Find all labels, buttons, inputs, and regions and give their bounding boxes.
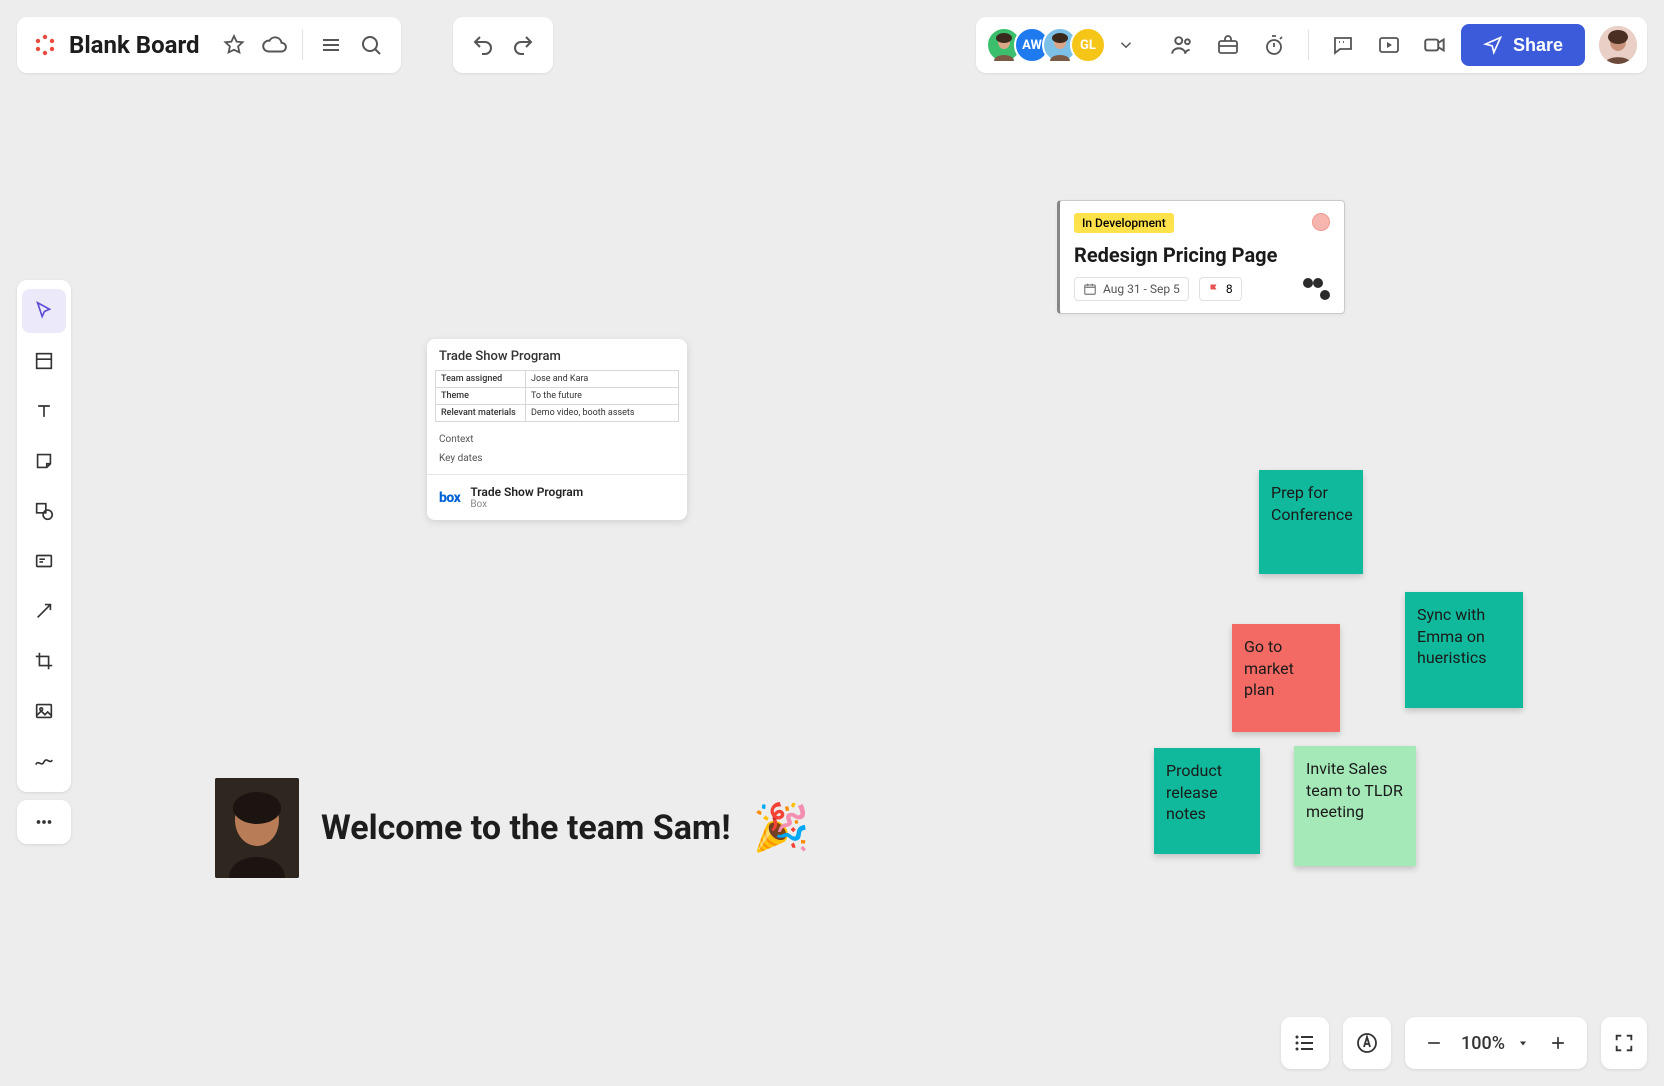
people-icon[interactable] xyxy=(1162,25,1202,65)
undo-redo-group xyxy=(453,17,553,73)
box-card-table: Team assignedJose and Kara ThemeTo the f… xyxy=(435,370,679,422)
annotation-icon xyxy=(1355,1031,1379,1055)
arrow-tool[interactable] xyxy=(22,589,66,633)
hamburger-menu-icon[interactable] xyxy=(311,25,351,65)
bottom-right-controls: 100% xyxy=(1281,1017,1647,1069)
fullscreen-icon xyxy=(1613,1032,1635,1054)
share-label: Share xyxy=(1513,35,1563,56)
sticky-tool[interactable] xyxy=(22,439,66,483)
text-tool[interactable] xyxy=(22,389,66,433)
sticky-note[interactable]: Invite Sales team to TLDR meeting xyxy=(1294,746,1416,866)
star-icon[interactable] xyxy=(214,25,254,65)
crop-tool[interactable] xyxy=(22,639,66,683)
frame-tool[interactable] xyxy=(22,339,66,383)
fullscreen-button[interactable] xyxy=(1601,1017,1647,1069)
search-icon[interactable] xyxy=(351,25,391,65)
zoom-dropdown-icon[interactable] xyxy=(1515,1026,1531,1060)
share-button[interactable]: Share xyxy=(1461,24,1585,66)
card-tool[interactable] xyxy=(22,539,66,583)
embedded-box-file-card[interactable]: Trade Show Program Team assignedJose and… xyxy=(427,339,687,520)
separator xyxy=(302,30,303,60)
toolbox-icon[interactable] xyxy=(1208,25,1248,65)
draw-tool[interactable] xyxy=(22,739,66,783)
task-card[interactable]: In Development Redesign Pricing Page Aug… xyxy=(1057,200,1345,314)
sticky-note[interactable]: Go to market plan xyxy=(1232,624,1340,732)
box-card-footer: box Trade Show Program Box xyxy=(427,474,687,520)
box-card-section-context: Context xyxy=(427,430,687,449)
toolbox-more-button[interactable] xyxy=(17,800,71,844)
me-avatar[interactable] xyxy=(1599,26,1637,64)
task-card-group-icon xyxy=(1303,278,1330,300)
status-pill: In Development xyxy=(1074,213,1174,233)
box-card-title: Trade Show Program xyxy=(427,339,687,370)
task-card-title: Redesign Pricing Page xyxy=(1074,243,1330,267)
presence-avatars[interactable]: AWGL xyxy=(986,27,1106,63)
welcome-photo xyxy=(215,778,299,878)
board-title[interactable]: Blank Board xyxy=(69,31,200,59)
zoom-controls: 100% xyxy=(1405,1017,1587,1069)
redo-icon[interactable] xyxy=(503,25,543,65)
flag-chip: 8 xyxy=(1199,277,1242,301)
calendar-icon xyxy=(1083,282,1097,296)
flag-icon xyxy=(1208,283,1220,295)
welcome-block[interactable]: Welcome to the team Sam! 🎉 xyxy=(215,778,810,878)
assignee-avatar xyxy=(1312,213,1330,231)
zoom-level[interactable]: 100% xyxy=(1461,1033,1505,1054)
cloud-sync-icon[interactable] xyxy=(254,25,294,65)
topbar-right: AWGL Share xyxy=(976,17,1647,73)
canvas[interactable]: Trade Show Program Team assignedJose and… xyxy=(0,0,1664,1086)
list-icon xyxy=(1293,1031,1317,1055)
welcome-text: Welcome to the team Sam! xyxy=(321,808,731,848)
zoom-in-button[interactable] xyxy=(1541,1026,1575,1060)
outline-button[interactable] xyxy=(1281,1017,1329,1069)
video-icon[interactable] xyxy=(1415,25,1455,65)
annotation-button[interactable] xyxy=(1343,1017,1391,1069)
date-text: Aug 31 - Sep 5 xyxy=(1103,282,1180,296)
flag-count: 8 xyxy=(1226,282,1233,296)
separator xyxy=(1308,30,1309,60)
box-card-footer-title: Trade Show Program xyxy=(470,485,583,499)
toolbox xyxy=(17,280,71,792)
app-logo-icon[interactable] xyxy=(31,31,59,59)
stopwatch-icon[interactable] xyxy=(1254,25,1294,65)
select-tool[interactable] xyxy=(22,289,66,333)
presence-avatar[interactable]: GL xyxy=(1070,27,1106,63)
image-tool[interactable] xyxy=(22,689,66,733)
box-logo-icon: box xyxy=(439,490,460,506)
present-icon[interactable] xyxy=(1369,25,1409,65)
shape-tool[interactable] xyxy=(22,489,66,533)
zoom-out-button[interactable] xyxy=(1417,1026,1451,1060)
presence-dropdown-icon[interactable] xyxy=(1112,25,1140,65)
sticky-note[interactable]: Product release notes xyxy=(1154,748,1260,854)
paper-plane-icon xyxy=(1483,35,1503,55)
date-chip: Aug 31 - Sep 5 xyxy=(1074,277,1189,301)
topbar-left: Blank Board xyxy=(17,17,401,73)
sticky-note[interactable]: Prep for Conference xyxy=(1259,470,1363,574)
undo-icon[interactable] xyxy=(463,25,503,65)
box-card-footer-source: Box xyxy=(470,499,583,510)
party-popper-emoji: 🎉 xyxy=(753,801,810,855)
sticky-note[interactable]: Sync with Emma on hueristics xyxy=(1405,592,1523,708)
box-card-section-keydates: Key dates xyxy=(427,449,687,474)
comment-icon[interactable] xyxy=(1323,25,1363,65)
